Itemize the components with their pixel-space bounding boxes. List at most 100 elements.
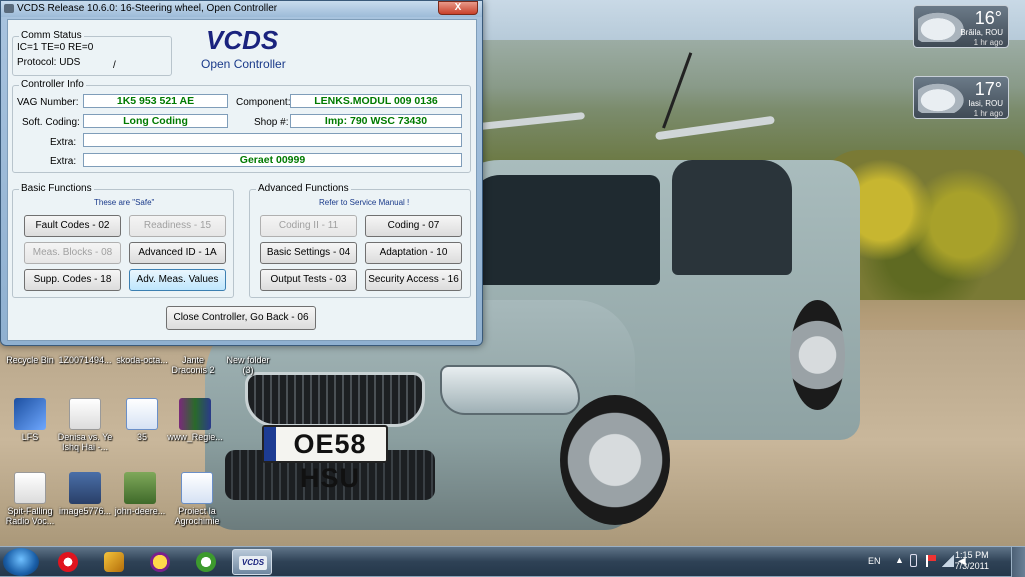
- weather-updated: 1 hr ago: [973, 109, 1003, 118]
- desktop-icon-john-deere[interactable]: john-deere...: [110, 472, 170, 516]
- desktop-icon-label: 35: [136, 432, 147, 442]
- vag-number-label: VAG Number:: [17, 97, 79, 108]
- component-field: LENKS.MODUL 009 0136: [290, 94, 462, 108]
- coding-ii-button[interactable]: Coding II - 11: [260, 215, 357, 237]
- basic-settings-button[interactable]: Basic Settings - 04: [260, 242, 357, 264]
- desktop-icon-label: www_Regie...: [167, 432, 223, 442]
- winamp-icon: [104, 552, 124, 572]
- coding-button[interactable]: Coding - 07: [365, 215, 462, 237]
- language-indicator[interactable]: EN: [868, 556, 881, 566]
- advanced-functions-title: Advanced Functions: [256, 183, 351, 194]
- readiness-button[interactable]: Readiness - 15: [129, 215, 226, 237]
- weather-temp: 16°: [974, 8, 1002, 28]
- taskbar-opera[interactable]: [48, 549, 88, 575]
- window-subtitle: Open Controller: [201, 57, 286, 71]
- extra-field: [83, 133, 462, 147]
- desktop-icon-label: 1Z0071494...: [58, 355, 112, 365]
- lfs-icon: [14, 398, 46, 430]
- car-front-wheel: [560, 395, 670, 525]
- desktop-icon-label: john-deere...: [114, 506, 166, 516]
- car-side-window: [672, 160, 792, 275]
- title-bar[interactable]: VCDS Release 10.6.0: 16-Steering wheel, …: [1, 1, 482, 17]
- desktop-icon-new-folder[interactable]: New folder (3): [223, 355, 273, 375]
- desktop-icon-label: image5776...: [58, 506, 112, 516]
- controller-info-title: Controller Info: [19, 79, 86, 90]
- audio-file-icon: [69, 398, 101, 430]
- desktop-icon-www[interactable]: www_Regie...: [165, 398, 225, 442]
- supp-codes-button[interactable]: Supp. Codes - 18: [24, 269, 121, 291]
- word-document-icon: [126, 398, 158, 430]
- comm-status-title: Comm Status: [19, 30, 84, 41]
- weather-temp: 17°: [974, 79, 1002, 99]
- taskbar-yahoo-messenger[interactable]: [140, 549, 180, 575]
- start-button[interactable]: [3, 548, 39, 576]
- desktop-icon-denisa[interactable]: Denisa vs. Ye Ishq Hai -...: [55, 398, 115, 452]
- component-label: Component:: [236, 97, 291, 108]
- opera-icon: [58, 552, 78, 572]
- show-desktop-button[interactable]: [1011, 547, 1025, 577]
- output-tests-button[interactable]: Output Tests - 03: [260, 269, 357, 291]
- vcds-logo: VCDS: [206, 25, 279, 55]
- desktop-icon-label: LFS: [21, 432, 39, 442]
- desktop-icon-label: Recycle Bin: [6, 355, 54, 365]
- window-client: Comm Status IC=1 TE=0 RE=0 Protocol: UDS…: [7, 19, 477, 341]
- desktop-icon-spit[interactable]: Spit-Falling Radio Voc...: [0, 472, 60, 526]
- adv-meas-values-button[interactable]: Adv. Meas. Values: [129, 269, 226, 291]
- utorrent-icon: [196, 552, 216, 572]
- usb-icon[interactable]: [910, 554, 917, 567]
- word-document-icon: [181, 472, 213, 504]
- extra-field: Geraet 00999: [83, 153, 462, 167]
- desktop-icon-file[interactable]: 1Z0071494...: [55, 355, 115, 365]
- close-button[interactable]: X: [438, 1, 478, 15]
- basic-functions-note: These are "Safe": [94, 198, 155, 207]
- clock-date: 7/3/2011: [954, 561, 989, 571]
- desktop-icon-label: skoda-octa...: [116, 355, 168, 365]
- license-plate: OE58 HSU: [262, 425, 388, 493]
- desktop-icon-jante[interactable]: Jante Draconis 2: [168, 355, 218, 375]
- car-rear-wheel: [790, 300, 845, 410]
- desktop-icon-label: Proiect la Agrochimie: [174, 506, 220, 526]
- desktop-icon-proiect[interactable]: Proiect la Agrochimie: [167, 472, 227, 526]
- security-access-button[interactable]: Security Access - 16: [365, 269, 462, 291]
- desktop-icon-image[interactable]: image5776...: [55, 472, 115, 516]
- extra-label: Extra:: [50, 137, 77, 148]
- car-windshield: [470, 175, 660, 285]
- car-grille: [245, 372, 425, 427]
- desktop-icon-label: Denisa vs. Ye Ishq Hai -...: [57, 432, 113, 452]
- app-icon: [4, 4, 14, 13]
- meas-blocks-button[interactable]: Meas. Blocks - 08: [24, 242, 121, 264]
- weather-gadget[interactable]: 16° Brăila, ROU 1 hr ago: [913, 5, 1009, 48]
- tray-arrow-icon[interactable]: ▲: [895, 555, 904, 565]
- taskbar-vcds[interactable]: VCDS: [232, 549, 272, 575]
- adaptation-button[interactable]: Adaptation - 10: [365, 242, 462, 264]
- protocol-label: Protocol: UDS: [17, 57, 81, 68]
- taskbar-winamp[interactable]: [94, 549, 134, 575]
- taskbar-utorrent[interactable]: [186, 549, 226, 575]
- cloud-icon: [918, 81, 968, 113]
- desktop-icon-35[interactable]: 35: [112, 398, 172, 442]
- desktop-icon-lfs[interactable]: LFS: [0, 398, 60, 442]
- clock-time: 1:15 PM: [955, 550, 989, 560]
- desktop-icon-skoda[interactable]: skoda-octa...: [112, 355, 172, 365]
- vag-number-field: 1K5 953 521 AE: [83, 94, 228, 108]
- shop-label: Shop #:: [254, 117, 289, 128]
- desktop-icon-recycle-bin[interactable]: Recycle Bin: [0, 355, 60, 365]
- vcds-icon: VCDS: [239, 556, 267, 570]
- fault-codes-button[interactable]: Fault Codes - 02: [24, 215, 121, 237]
- desktop-icon-label: Jante Draconis 2: [171, 355, 215, 375]
- clock[interactable]: 1:15 PM 7/3/2011: [955, 550, 989, 572]
- comm-slash: /: [113, 60, 116, 71]
- window-title: VCDS Release 10.6.0: 16-Steering wheel, …: [17, 3, 278, 14]
- cloud-icon: [918, 10, 968, 42]
- weather-city: Brăila, ROU: [960, 28, 1003, 37]
- network-icon[interactable]: [942, 555, 954, 567]
- weather-city: Iasi, ROU: [968, 99, 1003, 108]
- flag-icon[interactable]: [926, 555, 936, 567]
- close-controller-button[interactable]: Close Controller, Go Back - 06: [166, 306, 316, 330]
- advanced-id-button[interactable]: Advanced ID - 1A: [129, 242, 226, 264]
- basic-functions-title: Basic Functions: [19, 183, 94, 194]
- comm-status-line: IC=1 TE=0 RE=0: [17, 42, 94, 53]
- extra-label: Extra:: [50, 156, 77, 167]
- weather-gadget[interactable]: 17° Iasi, ROU 1 hr ago: [913, 76, 1009, 119]
- desktop-icon-label: New folder (3): [226, 355, 270, 375]
